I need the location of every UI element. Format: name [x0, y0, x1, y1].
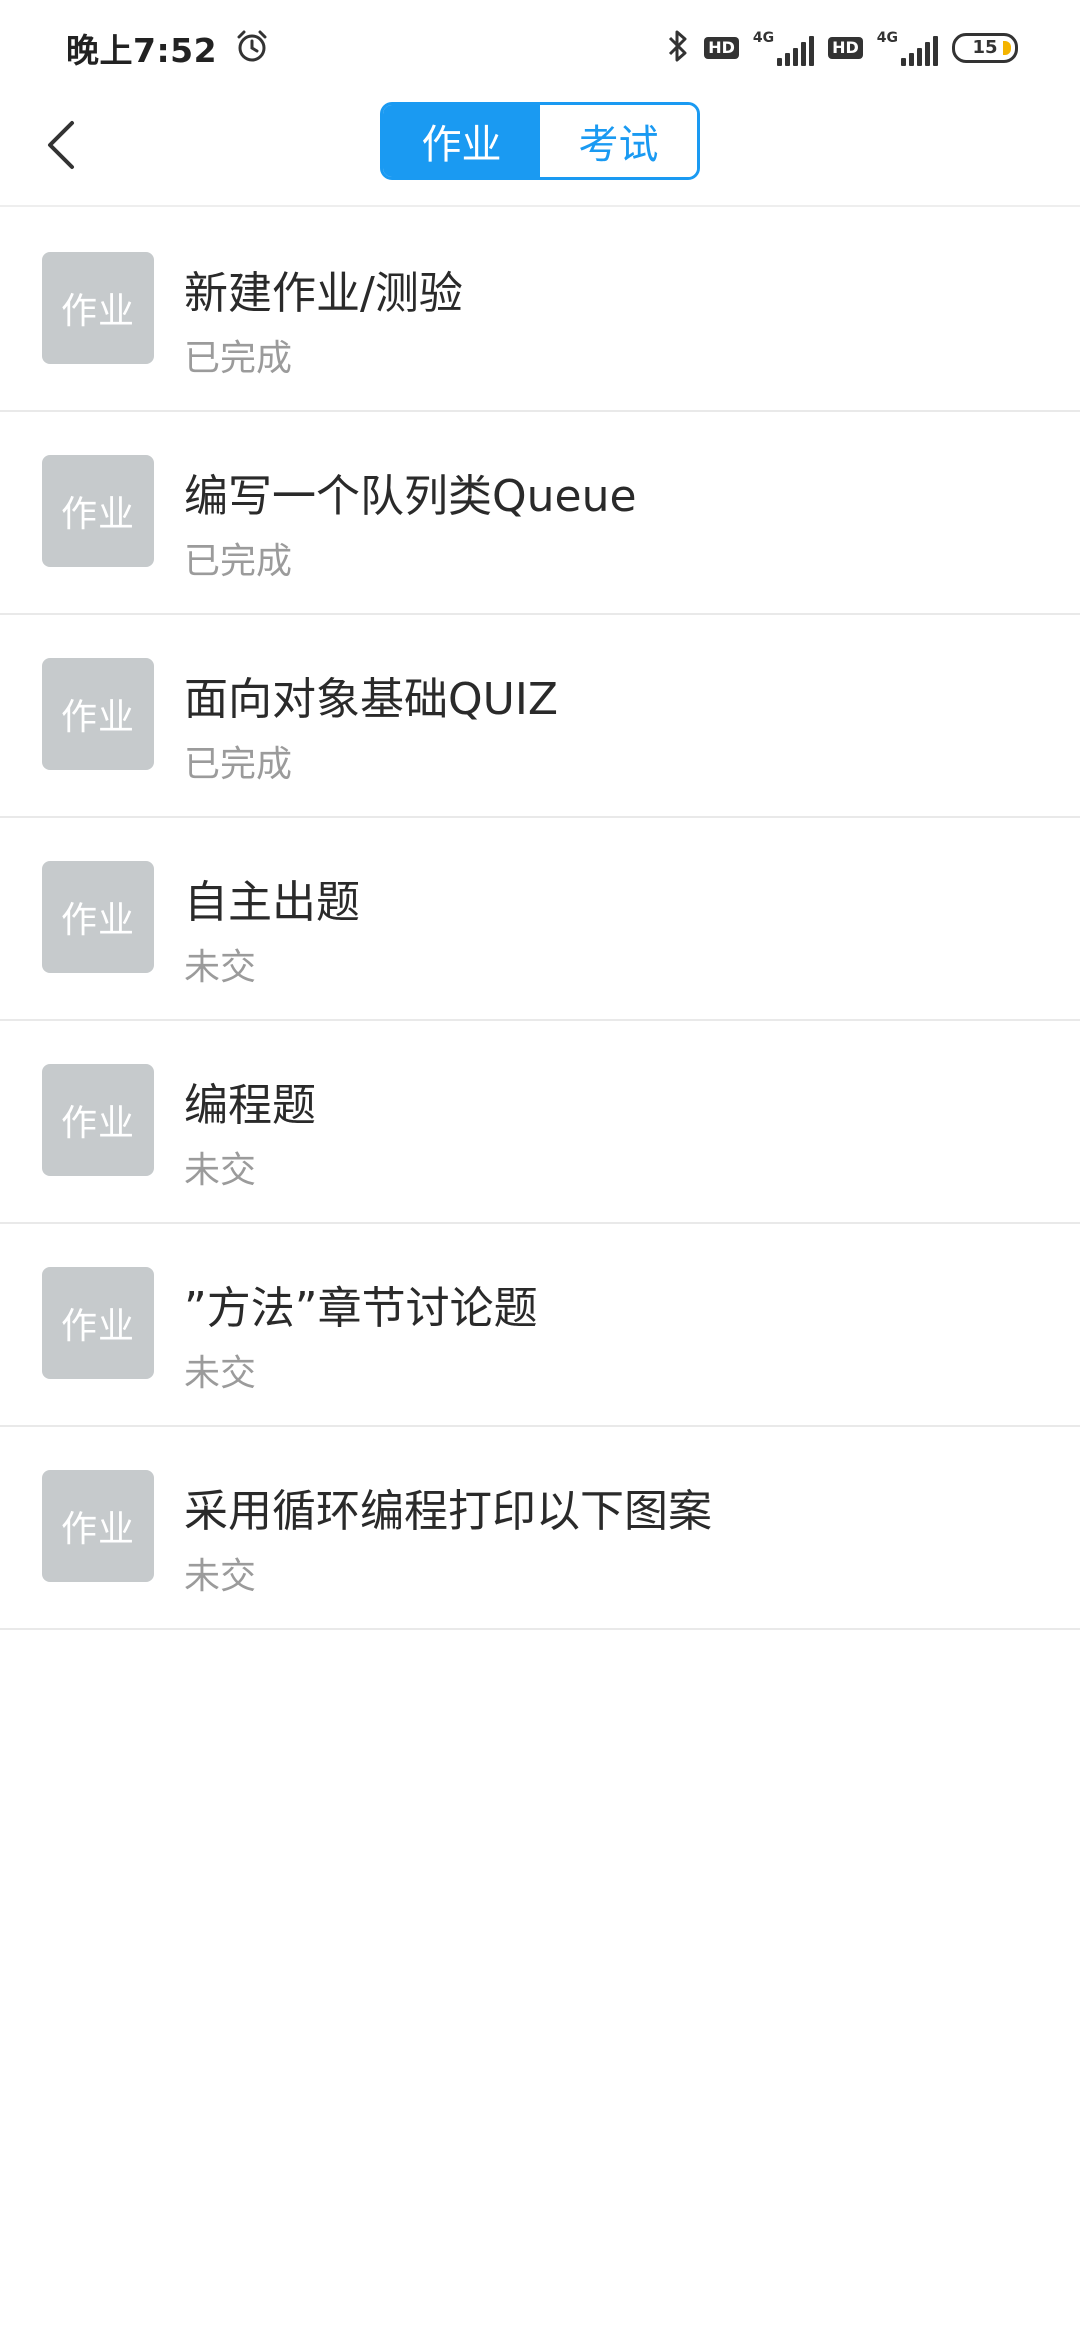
header: 作业 考试 — [0, 95, 1080, 207]
segmented-control: 作业 考试 — [380, 102, 700, 180]
item-title: ”方法”章节讨论题 — [184, 1283, 538, 1334]
alarm-icon — [235, 29, 269, 67]
list-item[interactable]: 作业 编写一个队列类Queue 已完成 — [0, 412, 1080, 615]
status-left: 晚上7:52 — [66, 24, 269, 72]
chevron-left-icon — [48, 121, 74, 169]
list-item[interactable]: 作业 ”方法”章节讨论题 未交 — [0, 1224, 1080, 1427]
battery-level: 15 — [972, 37, 998, 58]
assignment-icon: 作业 — [42, 455, 154, 567]
assignment-icon: 作业 — [42, 1470, 154, 1582]
list-item[interactable]: 作业 面向对象基础QUIZ 已完成 — [0, 615, 1080, 818]
item-status: 已完成 — [184, 541, 293, 582]
item-status: 未交 — [184, 1150, 257, 1191]
signal-icon: 4G — [752, 29, 815, 66]
assignment-icon: 作业 — [42, 1267, 154, 1379]
item-status: 未交 — [184, 1556, 257, 1597]
assignment-icon: 作业 — [42, 658, 154, 770]
tab-exam[interactable]: 考试 — [540, 105, 697, 177]
item-title: 新建作业/测验 — [184, 268, 463, 319]
item-status: 未交 — [184, 1353, 257, 1394]
list-item[interactable]: 作业 编程题 未交 — [0, 1021, 1080, 1224]
item-title: 面向对象基础QUIZ — [184, 674, 558, 725]
assignment-icon: 作业 — [42, 252, 154, 364]
network-type: 4G — [752, 29, 775, 46]
assignment-list: 作业 新建作业/测验 已完成 作业 编写一个队列类Queue 已完成 作业 面向… — [0, 209, 1080, 1630]
hd-badge: HD — [828, 36, 863, 59]
list-item[interactable]: 作业 自主出题 未交 — [0, 818, 1080, 1021]
item-title: 自主出题 — [184, 877, 360, 928]
item-status: 已完成 — [184, 338, 293, 379]
network-type: 4G — [876, 29, 898, 46]
signal-icon: 4G — [877, 30, 938, 66]
bluetooth-icon — [666, 28, 690, 68]
status-bar: 晚上7:52 HD 4G HD 4G 15 — [0, 0, 1080, 95]
list-item[interactable]: 作业 采用循环编程打印以下图案 未交 — [0, 1427, 1080, 1630]
assignment-icon: 作业 — [42, 861, 154, 973]
battery-icon: 15 — [952, 32, 1018, 63]
tab-homework[interactable]: 作业 — [383, 105, 540, 177]
hd-badge: HD — [704, 36, 739, 59]
list-item[interactable]: 作业 新建作业/测验 已完成 — [0, 209, 1080, 412]
status-right: HD 4G HD 4G 15 — [666, 28, 1018, 68]
item-title: 编程题 — [184, 1080, 316, 1131]
item-status: 未交 — [184, 947, 257, 988]
item-status: 已完成 — [184, 744, 293, 785]
back-button[interactable] — [30, 113, 94, 177]
item-title: 编写一个队列类Queue — [184, 471, 637, 522]
assignment-icon: 作业 — [42, 1064, 154, 1176]
item-title: 采用循环编程打印以下图案 — [184, 1486, 712, 1537]
status-time: 晚上7:52 — [66, 30, 218, 70]
